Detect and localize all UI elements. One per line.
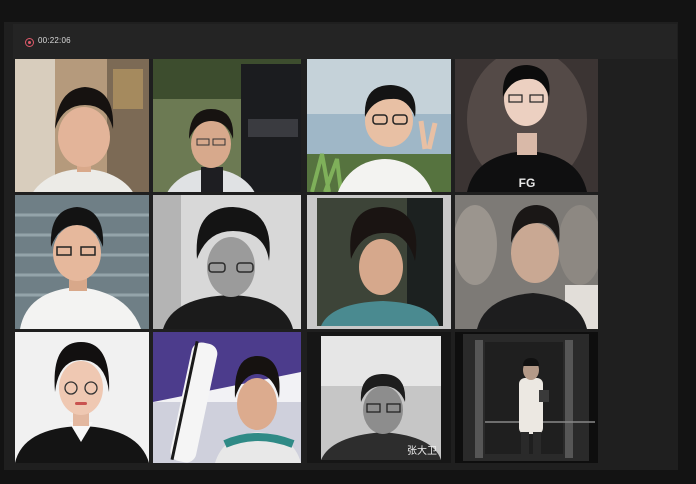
participant-tile[interactable]	[15, 332, 149, 463]
participant-tile[interactable]	[15, 59, 149, 192]
participant-tile[interactable]: FG	[455, 59, 598, 192]
participant-video	[307, 59, 451, 192]
participant-tile[interactable]	[455, 332, 598, 463]
participant-video	[15, 332, 149, 463]
participant-tile[interactable]	[153, 195, 301, 329]
participant-video: FG	[455, 59, 598, 192]
participant-video	[15, 59, 149, 192]
participant-tile[interactable]	[153, 59, 301, 192]
participant-tile[interactable]	[455, 195, 598, 329]
participant-video	[15, 195, 149, 329]
record-icon	[25, 38, 34, 47]
participant-tile[interactable]: 张大卫	[307, 332, 451, 463]
participant-tile[interactable]	[15, 195, 149, 329]
participant-video	[307, 195, 451, 329]
participant-video	[153, 195, 301, 329]
participant-tile[interactable]	[307, 59, 451, 192]
call-timer: 00:22:06	[38, 36, 71, 45]
participant-video	[153, 332, 301, 463]
participant-name-label: 张大卫	[407, 446, 437, 457]
call-toolbar: 00:22:06	[13, 24, 677, 59]
participant-tile[interactable]	[307, 195, 451, 329]
participant-video	[455, 195, 598, 329]
participant-video	[153, 59, 301, 192]
participant-tile[interactable]	[153, 332, 301, 463]
shirt-logo: FG	[519, 176, 536, 190]
participant-video	[455, 332, 598, 463]
